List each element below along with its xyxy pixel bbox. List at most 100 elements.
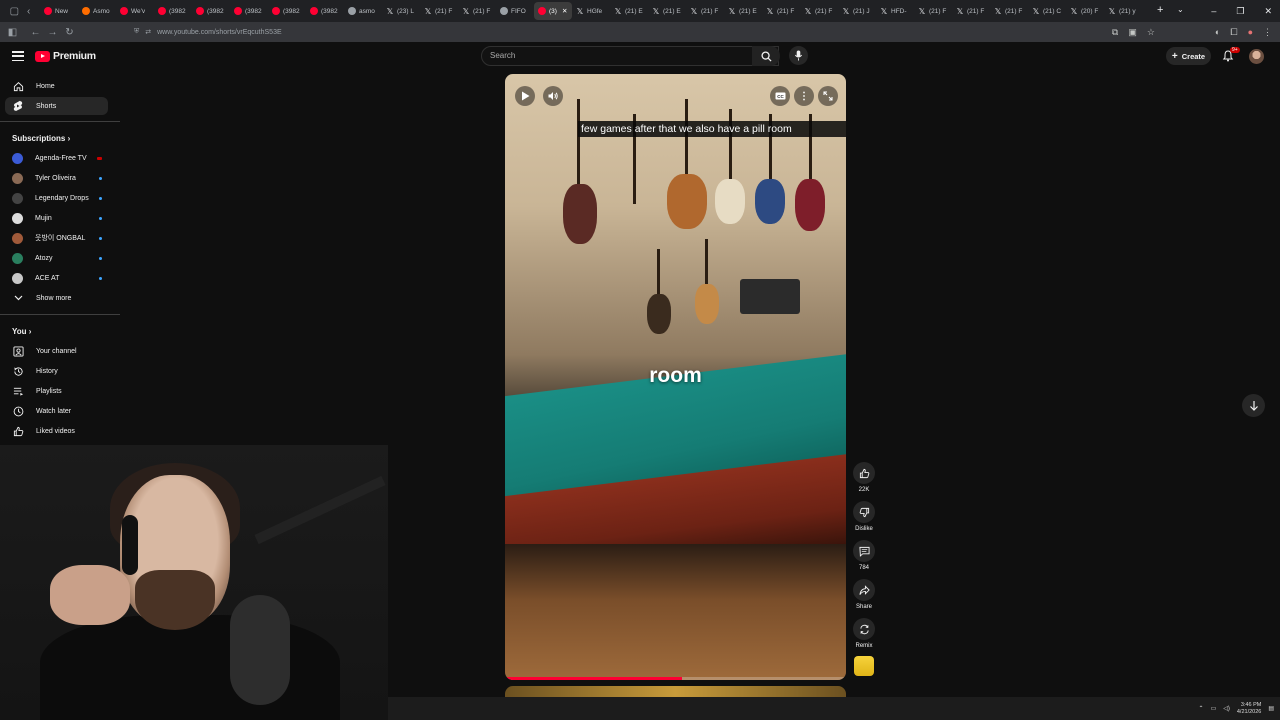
browser-tab[interactable]: 𝕏 (23) L — [382, 2, 420, 20]
like-button[interactable] — [853, 462, 875, 484]
browser-tab[interactable]: 𝕏 (20) F — [1066, 2, 1104, 20]
reload-button[interactable]: ↻ — [61, 27, 78, 38]
share-button[interactable] — [853, 579, 875, 601]
sidebar-subscription-item[interactable]: 웃방이 ONGBAL — [5, 229, 108, 247]
browser-tab[interactable]: 𝕏 (21) J — [838, 2, 876, 20]
share-action[interactable]: Share — [853, 579, 875, 610]
browser-tab[interactable]: 𝕏 (21) F — [800, 2, 838, 20]
dislike-action[interactable]: Dislike — [853, 501, 875, 532]
tab-scroll-controls[interactable]: ▢ ‹ — [0, 6, 40, 17]
browser-tab[interactable]: (3982 — [154, 2, 192, 20]
play-button[interactable] — [515, 86, 535, 106]
url-field[interactable]: ⛨ ⇄ www.youtube.com/shorts/vrEqcuthS53E — [134, 25, 1094, 39]
new-tab-button[interactable]: + — [1157, 4, 1163, 16]
browser-tab[interactable]: asmo — [344, 2, 382, 20]
hamburger-menu-icon[interactable] — [12, 51, 24, 61]
extension-icon[interactable]: ◐ — [1215, 27, 1220, 37]
browser-tab[interactable]: 𝕏 (21) F — [686, 2, 724, 20]
remix-action[interactable]: Remix — [853, 618, 875, 649]
more-options-button[interactable]: ⋮ — [794, 86, 814, 106]
sidebar-toggle-icon[interactable]: ◧ — [4, 27, 21, 38]
forward-button[interactable]: → — [44, 27, 61, 38]
next-video-button[interactable] — [1242, 394, 1265, 417]
picture-in-picture-icon[interactable]: ⧉ — [1112, 27, 1118, 38]
browser-tab[interactable]: (3982 — [192, 2, 230, 20]
browser-menu-icon[interactable]: ⋮ — [1263, 27, 1272, 38]
tune-icon[interactable]: ⇄ — [145, 28, 151, 36]
chevron-up-icon[interactable]: ⌃ — [1199, 705, 1204, 712]
like-action[interactable]: 22K — [853, 462, 875, 493]
sidebar-subscription-item[interactable]: Mujin — [5, 209, 108, 227]
sidebar-item-watch-later[interactable]: Watch later — [5, 402, 108, 420]
sound-thumbnail[interactable] — [854, 656, 874, 676]
sidebar-subscription-item[interactable]: Atozy — [5, 249, 108, 267]
profile-icon[interactable]: ● — [1248, 27, 1253, 37]
chevron-left-icon[interactable]: ‹ — [27, 6, 30, 17]
subscriptions-heading[interactable]: Subscriptions › — [12, 134, 70, 143]
browser-tab[interactable]: 𝕏 (21) F — [990, 2, 1028, 20]
browser-tab[interactable]: (3) ✕ — [534, 2, 572, 20]
back-button[interactable]: ← — [27, 27, 44, 38]
sidebar-item-your-channel[interactable]: Your channel — [5, 342, 108, 360]
comments-action[interactable]: 784 — [853, 540, 875, 571]
network-icon[interactable]: ▭ — [1211, 705, 1217, 712]
you-heading[interactable]: You › — [12, 327, 31, 336]
speaker-icon[interactable]: ◁) — [1223, 705, 1230, 712]
browser-tab[interactable]: 𝕏 (21) E — [648, 2, 686, 20]
puzzle-icon[interactable]: ⧠ — [1230, 27, 1237, 38]
screenshot-icon[interactable]: ▣ — [1128, 27, 1137, 38]
sidebar-subscription-item[interactable]: Agenda-Free TV — [5, 149, 108, 167]
browser-tab[interactable]: 𝕏 (21) F — [420, 2, 458, 20]
notification-center-icon[interactable]: ▤ — [1268, 705, 1274, 712]
show-more-button[interactable]: Show more — [5, 289, 108, 307]
sidebar-item-home[interactable]: Home — [5, 77, 108, 95]
comments-button[interactable] — [853, 540, 875, 562]
sidebar-subscription-item[interactable]: Tyler Oliveira — [5, 169, 108, 187]
browser-tab[interactable]: New — [40, 2, 78, 20]
search-input[interactable]: Search — [481, 46, 779, 66]
browser-tab[interactable]: We'v — [116, 2, 154, 20]
browser-tab[interactable]: 𝕏 HFD- — [876, 2, 914, 20]
sidebar-subscription-item[interactable]: Legendary Drops — [5, 189, 108, 207]
volume-button[interactable] — [543, 86, 563, 106]
minimize-button[interactable]: – — [1211, 6, 1216, 16]
browser-tab[interactable]: 𝕏 (21) y — [1104, 2, 1142, 20]
sidebar-item-shorts[interactable]: Shorts — [5, 97, 108, 115]
account-avatar[interactable] — [1249, 49, 1264, 64]
browser-tab[interactable]: (3982 — [268, 2, 306, 20]
dislike-button[interactable] — [853, 501, 875, 523]
browser-tab[interactable]: (3982 — [230, 2, 268, 20]
tab-list-icon[interactable]: ▢ — [10, 6, 19, 17]
sidebar-item-playlists[interactable]: Playlists — [5, 382, 108, 400]
browser-tab[interactable]: 𝕏 (21) E — [724, 2, 762, 20]
sidebar-item-liked-videos[interactable]: Liked videos — [5, 422, 108, 440]
restore-button[interactable]: ❐ — [1236, 6, 1244, 17]
browser-tab[interactable]: 𝕏 (21) E — [610, 2, 648, 20]
captions-button[interactable]: CC — [770, 86, 790, 106]
browser-tab[interactable]: 𝕏 (21) C — [1028, 2, 1066, 20]
create-button[interactable]: + Create — [1166, 47, 1211, 65]
browser-tab[interactable]: 𝕏 (21) F — [762, 2, 800, 20]
shorts-video-player[interactable]: CC ⋮ few games after that we also have a… — [505, 74, 846, 680]
youtube-logo[interactable]: Premium — [35, 50, 96, 62]
close-tab-icon[interactable]: ✕ — [562, 7, 567, 15]
tab-search-icon[interactable]: ⌄ — [1177, 5, 1184, 14]
close-window-button[interactable]: ✕ — [1264, 6, 1272, 17]
browser-tab[interactable]: 𝕏 (21) F — [952, 2, 990, 20]
browser-tab[interactable]: FIFO — [496, 2, 534, 20]
voice-search-button[interactable] — [789, 46, 808, 65]
sidebar-item-history[interactable]: History — [5, 362, 108, 380]
search-button[interactable] — [752, 46, 780, 66]
sidebar-subscription-item[interactable]: ACE AT — [5, 269, 108, 287]
system-clock[interactable]: 3:46 PM 4/21/2026 — [1237, 702, 1261, 716]
browser-tab[interactable]: 𝕏 (21) F — [458, 2, 496, 20]
browser-tab[interactable]: 𝕏 (21) F — [914, 2, 952, 20]
remix-button[interactable] — [853, 618, 875, 640]
browser-tab[interactable]: (3982 — [306, 2, 344, 20]
site-info-icon[interactable]: ⛨ — [134, 28, 139, 36]
bookmark-star-icon[interactable]: ☆ — [1147, 27, 1155, 38]
video-progress-bar[interactable] — [505, 677, 846, 680]
browser-tab[interactable]: Asmo — [78, 2, 116, 20]
browser-tab[interactable]: 𝕏 HGfe — [572, 2, 610, 20]
fullscreen-button[interactable] — [818, 86, 838, 106]
